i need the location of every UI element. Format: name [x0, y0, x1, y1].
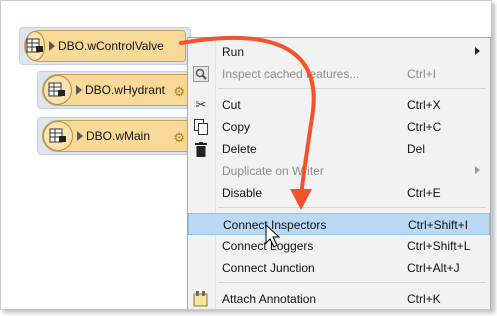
workspace-canvas: DBO.wControlValve DBO.wHydrant ⚙ DBO.wMa…	[0, 0, 492, 310]
callout-overlay	[179, 35, 316, 248]
callout-arrowhead	[290, 189, 312, 210]
callout-arrow	[179, 35, 316, 199]
mouse-cursor-icon	[265, 223, 281, 248]
